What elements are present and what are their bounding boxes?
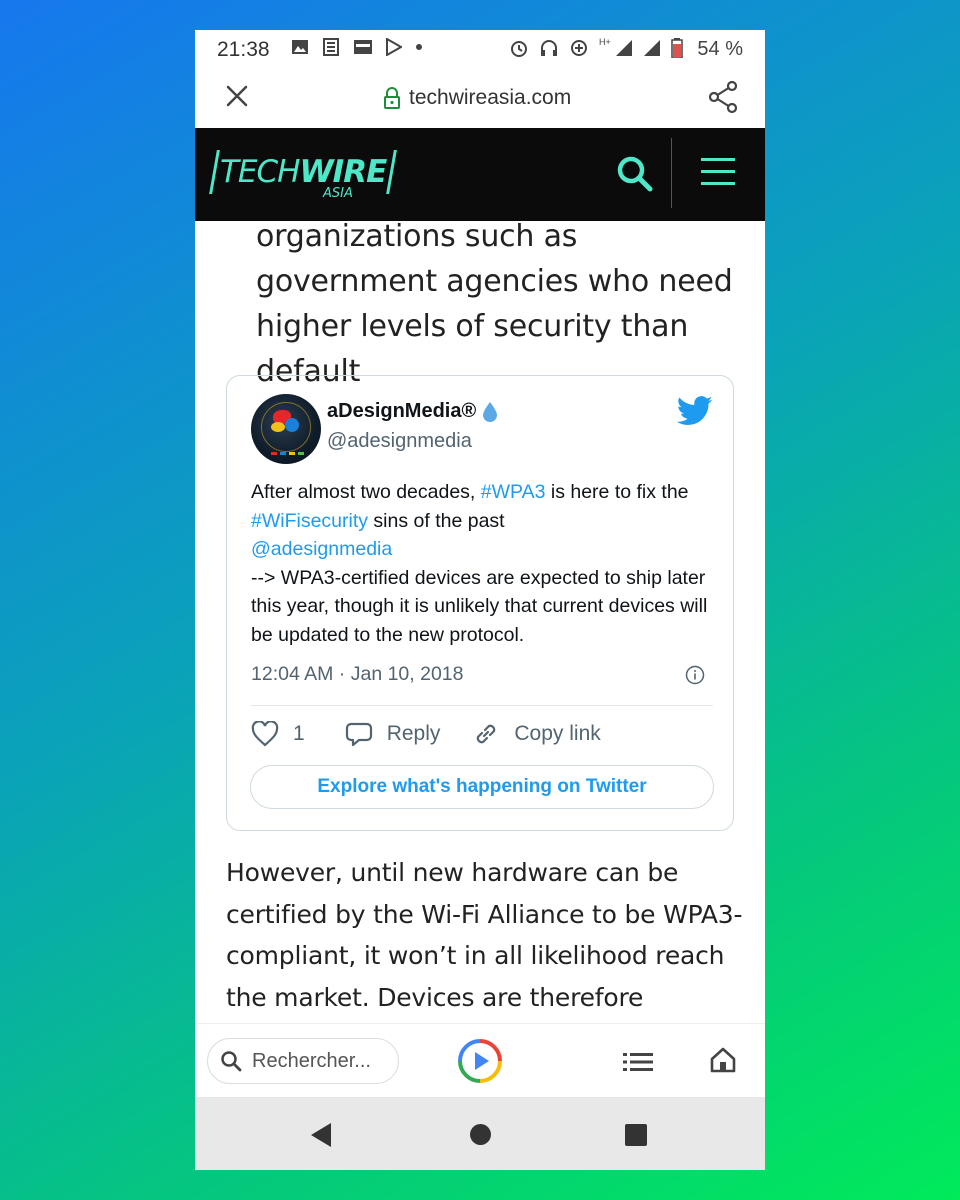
browser-bottom-bar: Rechercher... bbox=[195, 1023, 765, 1098]
home-icon[interactable] bbox=[709, 1046, 737, 1074]
avatar[interactable] bbox=[251, 394, 321, 464]
search-icon[interactable] bbox=[615, 154, 655, 194]
url-display[interactable]: techwireasia.com bbox=[383, 86, 571, 110]
explore-twitter-button[interactable]: Explore what's happening on Twitter bbox=[250, 765, 714, 809]
status-bar: 21:38 H+ 54 % bbox=[195, 30, 765, 68]
tweet-text: After almost two decades, #WPA3 is here … bbox=[251, 481, 708, 646]
close-icon[interactable] bbox=[223, 82, 251, 110]
headset-icon bbox=[541, 40, 557, 56]
battery-icon bbox=[671, 38, 683, 58]
site-header: TECHWIRE ASIA bbox=[195, 128, 765, 221]
tweet-divider bbox=[251, 705, 713, 706]
recents-icon[interactable] bbox=[625, 1124, 647, 1146]
system-icons: H+ bbox=[509, 37, 683, 58]
article-paragraph-top: organizations such as government agencie… bbox=[256, 219, 733, 389]
tweet-timestamp[interactable]: 12:04 AM · Jan 10, 2018 bbox=[251, 663, 463, 686]
copy-link-label: Copy link bbox=[514, 722, 601, 745]
embedded-tweet[interactable]: aDesignMedia® @adesignmedia After almost… bbox=[226, 375, 734, 831]
alarm-icon bbox=[511, 41, 527, 57]
reply-button[interactable]: Reply bbox=[345, 721, 441, 747]
reply-icon bbox=[345, 722, 372, 747]
signal-icon-2 bbox=[643, 40, 660, 56]
battery-percent: 54 % bbox=[697, 38, 743, 60]
share-icon[interactable] bbox=[707, 80, 739, 114]
android-nav-bar bbox=[195, 1097, 765, 1170]
mention-link[interactable]: @adesignmedia bbox=[251, 538, 392, 560]
like-button[interactable]: 1 bbox=[251, 721, 305, 747]
phone-screen: 21:38 H+ 54 % techwireasia.com TECHWIRE … bbox=[195, 30, 765, 1170]
hashtag-link[interactable]: #WPA3 bbox=[481, 481, 546, 503]
techwire-logo[interactable]: TECHWIRE ASIA bbox=[209, 150, 398, 201]
water-drop-icon bbox=[483, 401, 498, 422]
browser-url-bar: techwireasia.com bbox=[195, 68, 765, 128]
play-store-icon bbox=[386, 38, 402, 56]
info-icon[interactable] bbox=[685, 665, 705, 685]
tweet-author-name[interactable]: aDesignMedia® bbox=[327, 400, 498, 423]
back-icon[interactable] bbox=[311, 1123, 331, 1147]
home-nav-icon[interactable] bbox=[470, 1124, 491, 1145]
card-icon bbox=[354, 40, 372, 54]
news-icon bbox=[323, 38, 339, 56]
copy-link-button[interactable]: Copy link bbox=[472, 720, 601, 748]
tweet-actions: 1 Reply Copy link bbox=[251, 720, 601, 748]
hamburger-menu-icon[interactable] bbox=[701, 158, 735, 188]
logo-subtitle: ASIA bbox=[323, 186, 353, 201]
dot-icon bbox=[416, 44, 422, 50]
image-icon bbox=[292, 40, 308, 54]
link-icon bbox=[477, 724, 496, 744]
tweet-author-handle[interactable]: @adesignmedia bbox=[327, 430, 472, 453]
search-placeholder: Rechercher... bbox=[252, 1049, 371, 1072]
status-time: 21:38 bbox=[217, 38, 270, 61]
search-icon bbox=[221, 1051, 242, 1072]
hashtag-link[interactable]: #WiFisecurity bbox=[251, 510, 368, 532]
reply-label: Reply bbox=[386, 722, 441, 745]
lock-icon bbox=[384, 87, 400, 109]
twitter-bird-icon[interactable] bbox=[677, 396, 713, 426]
heart-icon bbox=[251, 721, 279, 747]
data-saver-icon bbox=[571, 40, 587, 56]
google-play-icon[interactable] bbox=[457, 1038, 503, 1084]
search-input[interactable]: Rechercher... bbox=[207, 1038, 399, 1084]
network-type: H+ bbox=[599, 37, 611, 47]
like-count: 1 bbox=[293, 722, 305, 745]
signal-icon bbox=[615, 40, 632, 56]
url-domain: techwireasia.com bbox=[409, 86, 572, 109]
header-divider bbox=[671, 138, 672, 208]
list-icon[interactable] bbox=[623, 1052, 653, 1072]
notification-icons bbox=[291, 38, 423, 56]
